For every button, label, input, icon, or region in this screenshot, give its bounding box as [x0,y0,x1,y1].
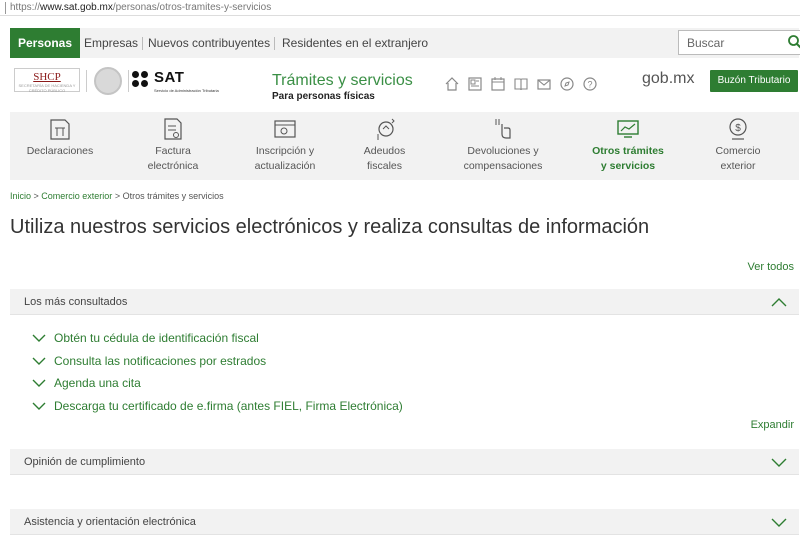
home-icon[interactable] [444,76,460,92]
tab-residentes-extranjero[interactable]: Residentes en el extranjero [282,28,428,58]
category-label-line2: fiscales [366,160,402,172]
declaraciones-icon [50,119,70,140]
news-icon[interactable] [467,76,483,92]
chevron-down-icon [32,334,46,342]
factura-icon [164,118,182,140]
sat-dots-icon [132,71,150,89]
sat-logo[interactable]: SAT Servicio de Administración Tributari… [132,69,262,99]
audience-nav: Personas Empresas Nuevos contribuyentes … [10,28,800,58]
category-adeudos[interactable]: Adeudos fiscales [347,112,422,180]
category-devoluciones[interactable]: Devoluciones y compensaciones [448,112,558,180]
search-box [678,30,800,55]
url-path: /personas/otros-tramites-y-servicios [112,2,272,13]
url-host: www.sat.gob.mx [40,2,113,13]
category-label-line2: exterior [720,160,756,172]
logo-divider [86,70,87,92]
inscripcion-icon [274,120,296,138]
breadcrumb-comercio-exterior[interactable]: Comercio exterior [41,191,112,201]
chevron-down-icon[interactable] [771,516,787,528]
breadcrumb-separator: > [112,191,123,201]
category-label: Otros trámites [592,145,664,157]
category-label-line2: y servicios [600,160,656,172]
ver-todos-link[interactable]: Ver todos [748,261,794,273]
buzon-tributario-button[interactable]: Buzón Tributario [710,70,798,92]
category-inscripcion[interactable]: Inscripción y actualización [235,112,335,180]
logo-divider [128,70,129,92]
chevron-down-icon [32,379,46,387]
gobmx-link[interactable]: gob.mx [642,70,694,88]
category-label: Adeudos [363,145,406,157]
compass-icon[interactable] [559,76,575,92]
help-icon[interactable]: ? [582,76,598,92]
breadcrumb-inicio[interactable]: Inicio [10,191,31,201]
svg-text:$: $ [735,123,741,134]
category-bar: Declaraciones Factura electrónica Inscri… [10,112,799,180]
category-comercio[interactable]: $ Comercio exterior [698,112,778,180]
category-label: Comercio [715,145,761,157]
section-title: Los más consultados [24,296,128,308]
sat-logo-subtitle: Servicio de Administración Tributaria [154,88,219,93]
list-item[interactable]: Obtén tu cédula de identificación fiscal [32,330,403,353]
devoluciones-icon [495,119,511,139]
shcp-logo-subtitle: SECRETARÍA DE HACIENDA Y CRÉDITO PÚBLICO [18,83,76,93]
search-icon[interactable] [787,34,800,50]
adeudos-icon [377,118,395,140]
breadcrumb-current: Otros trámites y servicios [122,191,224,201]
url-prefix: https:// [10,2,41,13]
nav-divider [142,37,143,50]
section-title: Asistencia y orientación electrónica [24,516,196,528]
chevron-down-icon[interactable] [771,456,787,468]
list-item[interactable]: Descarga tu certificado de e.firma (ante… [32,398,403,421]
category-label: Factura [155,145,191,157]
section-title: Opinión de cumplimiento [24,456,146,468]
category-label: Inscripción y [255,145,315,157]
address-bar-edge [5,2,6,14]
shcp-logo[interactable]: SHCP SECRETARÍA DE HACIENDA Y CRÉDITO PÚ… [14,68,80,93]
category-label-line2: compensaciones [463,160,543,172]
tab-personas[interactable]: Personas [10,28,81,58]
address-bar[interactable]: https://www.sat.gob.mx/personas/otros-tr… [0,0,800,16]
list-item-label: Consulta las notificaciones por estrados [54,353,267,368]
expandir-link[interactable]: Expandir [751,419,794,431]
calendar-icon[interactable] [490,76,506,92]
category-declaraciones[interactable]: Declaraciones [10,112,110,180]
section-mas-consultados[interactable]: Los más consultados [10,289,799,315]
mexico-seal-icon [94,67,122,95]
sat-logo-text: SAT [154,69,185,86]
search-input[interactable] [679,31,779,54]
category-label-line2: actualización [254,160,316,172]
chevron-down-icon [32,357,46,365]
section-subtitle: Para personas físicas [272,91,375,102]
consulted-list: Obtén tu cédula de identificación fiscal… [32,330,403,420]
list-item-label: Obtén tu cédula de identificación fiscal [54,331,259,345]
comercio-icon: $ [729,118,747,140]
section-asistencia[interactable]: Asistencia y orientación electrónica [10,509,799,535]
chevron-up-icon[interactable] [771,296,787,308]
tab-nuevos-contribuyentes[interactable]: Nuevos contribuyentes [148,28,270,58]
section-title: Trámites y servicios [272,72,413,89]
page-title: Utiliza nuestros servicios electrónicos … [10,216,650,238]
list-item[interactable]: Agenda una cita [32,375,403,398]
section-opinion-cumplimiento[interactable]: Opinión de cumplimiento [10,449,799,475]
shcp-logo-text: SHCP [33,71,61,83]
site-header: SHCP SECRETARÍA DE HACIENDA Y CRÉDITO PÚ… [10,60,799,106]
svg-text:?: ? [587,80,592,90]
list-item-label: Agenda una cita [54,376,141,390]
tab-empresas[interactable]: Empresas [84,28,138,58]
otros-tramites-icon [617,120,639,138]
list-item[interactable]: Consulta las notificaciones por estrados [32,353,403,376]
mail-icon[interactable] [536,76,552,92]
breadcrumb-separator: > [31,191,42,201]
breadcrumb: Inicio > Comercio exterior > Otros trámi… [10,191,224,201]
category-factura[interactable]: Factura electrónica [128,112,218,180]
book-icon[interactable] [513,76,529,92]
nav-divider [274,37,275,50]
chevron-down-icon [32,402,46,410]
category-label: Devoluciones y [467,145,539,157]
list-item-label: Descarga tu certificado de e.firma (ante… [54,398,403,413]
category-otros-tramites[interactable]: Otros trámites y servicios [578,112,678,180]
category-label-line2: electrónica [147,160,199,172]
category-label: Declaraciones [26,145,94,157]
